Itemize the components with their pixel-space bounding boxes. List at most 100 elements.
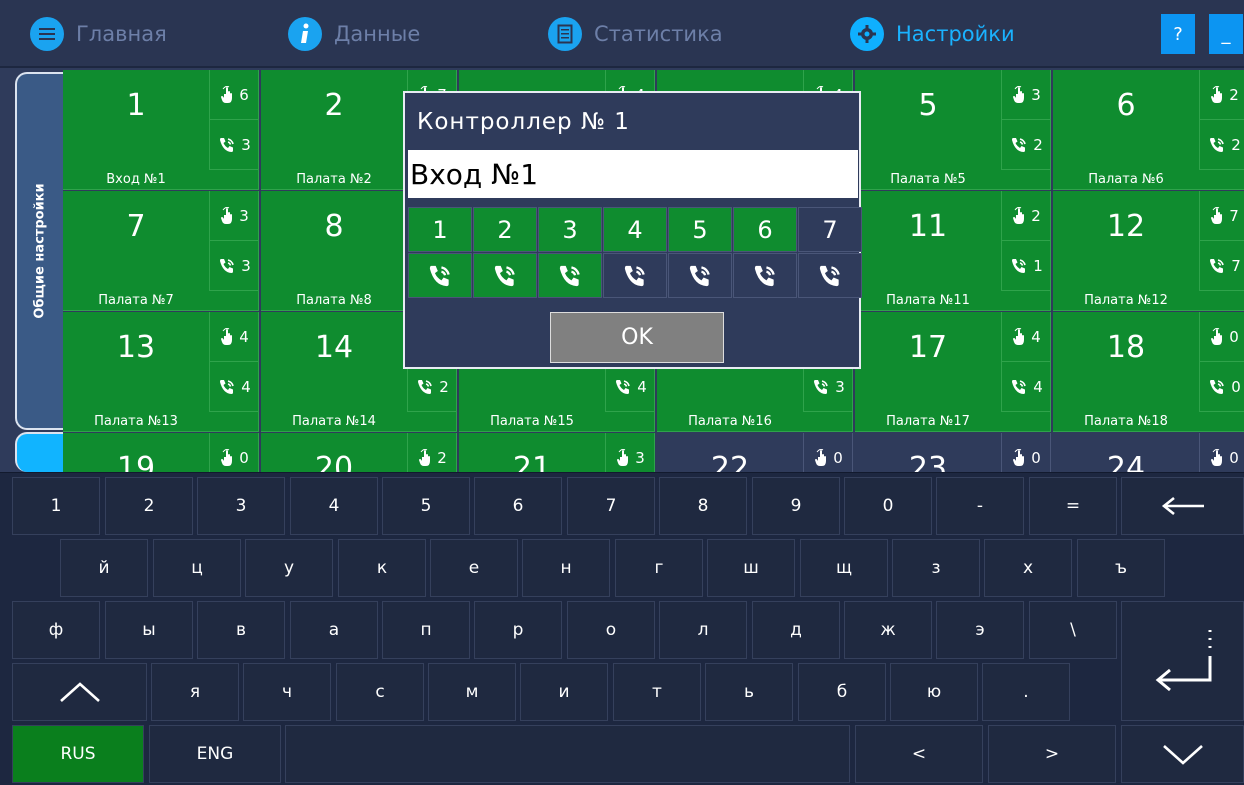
call-channel-button[interactable] bbox=[733, 253, 797, 298]
key[interactable]: 4 bbox=[290, 477, 378, 535]
help-button[interactable]: ? bbox=[1161, 14, 1195, 54]
key[interactable]: 9 bbox=[752, 477, 840, 535]
key[interactable]: \ bbox=[1029, 601, 1117, 659]
channel-button-1[interactable]: 1 bbox=[408, 207, 472, 252]
key[interactable]: к bbox=[338, 539, 426, 597]
top-navigation: Главная Данные Статистика Настройки ? _ bbox=[0, 0, 1244, 68]
key[interactable]: т bbox=[613, 663, 701, 721]
space-key[interactable] bbox=[285, 725, 850, 783]
key[interactable]: . bbox=[982, 663, 1070, 721]
key[interactable]: - bbox=[936, 477, 1024, 535]
controller-cell[interactable]: 11 2 1 Палата №11 bbox=[855, 191, 1051, 311]
backspace-icon bbox=[1161, 496, 1204, 516]
key[interactable]: ч bbox=[243, 663, 331, 721]
key[interactable]: 0 bbox=[844, 477, 932, 535]
call-icon bbox=[622, 263, 648, 289]
key[interactable]: ц bbox=[153, 539, 241, 597]
enter-key[interactable] bbox=[1121, 601, 1244, 721]
controller-cell[interactable]: 6 2 2 Палата №6 bbox=[1053, 70, 1244, 190]
key[interactable]: р bbox=[474, 601, 562, 659]
call-channel-button[interactable] bbox=[538, 253, 602, 298]
key[interactable]: б bbox=[798, 663, 886, 721]
key[interactable]: = bbox=[1029, 477, 1117, 535]
hide-keyboard-key[interactable] bbox=[1121, 725, 1244, 783]
language-eng-key[interactable]: ENG bbox=[149, 725, 281, 783]
key[interactable]: й bbox=[60, 539, 148, 597]
controller-cell[interactable]: 2300Палата №23 bbox=[855, 433, 1051, 472]
controller-cell[interactable]: 2400Палата №24 bbox=[1053, 433, 1244, 472]
key[interactable]: з bbox=[892, 539, 980, 597]
controller-cell[interactable]: 18 0 0 Палата №18 bbox=[1053, 312, 1244, 432]
key[interactable]: 6 bbox=[474, 477, 562, 535]
key[interactable]: м bbox=[428, 663, 516, 721]
nav-settings[interactable]: Настройки bbox=[850, 14, 1015, 54]
key[interactable]: 1 bbox=[12, 477, 100, 535]
key[interactable]: 3 bbox=[197, 477, 285, 535]
tab-secondary[interactable] bbox=[15, 432, 63, 472]
controller-cell[interactable]: 2133Палата №21 bbox=[459, 433, 655, 472]
key[interactable]: ш bbox=[707, 539, 795, 597]
controller-name-input[interactable] bbox=[408, 150, 858, 198]
key[interactable]: у bbox=[245, 539, 333, 597]
key[interactable]: н bbox=[522, 539, 610, 597]
counters: 32 bbox=[1001, 70, 1051, 170]
key[interactable]: ъ bbox=[1077, 539, 1165, 597]
controller-cell[interactable]: 17 4 4 Палата №17 bbox=[855, 312, 1051, 432]
counters: 44 bbox=[209, 312, 259, 412]
channel-button-5[interactable]: 5 bbox=[668, 207, 732, 252]
key[interactable]: 7 bbox=[567, 477, 655, 535]
controller-cell[interactable]: 1 6 3 Вход №1 bbox=[63, 70, 259, 190]
key[interactable]: 8 bbox=[659, 477, 747, 535]
nav-main[interactable]: Главная bbox=[30, 14, 167, 54]
key[interactable]: ы bbox=[105, 601, 193, 659]
key[interactable]: э bbox=[936, 601, 1024, 659]
key[interactable]: я bbox=[151, 663, 239, 721]
key[interactable]: < bbox=[855, 725, 983, 783]
key[interactable]: с bbox=[336, 663, 424, 721]
key[interactable]: > bbox=[988, 725, 1116, 783]
nav-statistics[interactable]: Статистика bbox=[548, 14, 723, 54]
controller-cell[interactable]: 1900Палата №19 bbox=[63, 433, 259, 472]
shift-key[interactable] bbox=[12, 663, 147, 721]
key[interactable]: в bbox=[197, 601, 285, 659]
backspace-key[interactable] bbox=[1121, 477, 1244, 535]
ok-button[interactable]: OK bbox=[550, 312, 724, 363]
key[interactable]: д bbox=[752, 601, 840, 659]
channel-button-7[interactable]: 7 bbox=[798, 207, 862, 252]
tab-general-settings[interactable]: Общие настройки bbox=[15, 72, 63, 430]
call-channel-button[interactable] bbox=[473, 253, 537, 298]
key[interactable]: 5 bbox=[382, 477, 470, 535]
key[interactable]: о bbox=[567, 601, 655, 659]
key[interactable]: ь bbox=[705, 663, 793, 721]
key[interactable]: а bbox=[290, 601, 378, 659]
channel-button-6[interactable]: 6 bbox=[733, 207, 797, 252]
call-channel-button[interactable] bbox=[668, 253, 732, 298]
minimize-button[interactable]: _ bbox=[1209, 14, 1243, 54]
key[interactable]: л bbox=[659, 601, 747, 659]
controller-cell[interactable]: 12 7 7 Палата №12 bbox=[1053, 191, 1244, 311]
call-count: 4 bbox=[241, 377, 251, 396]
call-channel-button[interactable] bbox=[603, 253, 667, 298]
key[interactable]: х bbox=[984, 539, 1072, 597]
channel-button-2[interactable]: 2 bbox=[473, 207, 537, 252]
key[interactable]: щ bbox=[800, 539, 888, 597]
key[interactable]: г bbox=[615, 539, 703, 597]
controller-cell[interactable]: 13 4 4 Палата №13 bbox=[63, 312, 259, 432]
key[interactable]: ж bbox=[844, 601, 932, 659]
channel-button-4[interactable]: 4 bbox=[603, 207, 667, 252]
controller-cell[interactable]: 2200Палата №22 bbox=[657, 433, 853, 472]
controller-cell[interactable]: 5 3 2 Палата №5 bbox=[855, 70, 1051, 190]
nav-data[interactable]: Данные bbox=[288, 14, 420, 54]
controller-cell[interactable]: 2022Палата №20 bbox=[261, 433, 457, 472]
controller-cell[interactable]: 7 3 3 Палата №7 bbox=[63, 191, 259, 311]
language-rus-key[interactable]: RUS bbox=[12, 725, 144, 783]
key[interactable]: ю bbox=[890, 663, 978, 721]
key[interactable]: п bbox=[382, 601, 470, 659]
key[interactable]: 2 bbox=[105, 477, 193, 535]
channel-button-3[interactable]: 3 bbox=[538, 207, 602, 252]
key[interactable]: ф bbox=[12, 601, 100, 659]
key[interactable]: е bbox=[430, 539, 518, 597]
call-channel-button[interactable] bbox=[798, 253, 862, 298]
call-channel-button[interactable] bbox=[408, 253, 472, 298]
key[interactable]: и bbox=[520, 663, 608, 721]
